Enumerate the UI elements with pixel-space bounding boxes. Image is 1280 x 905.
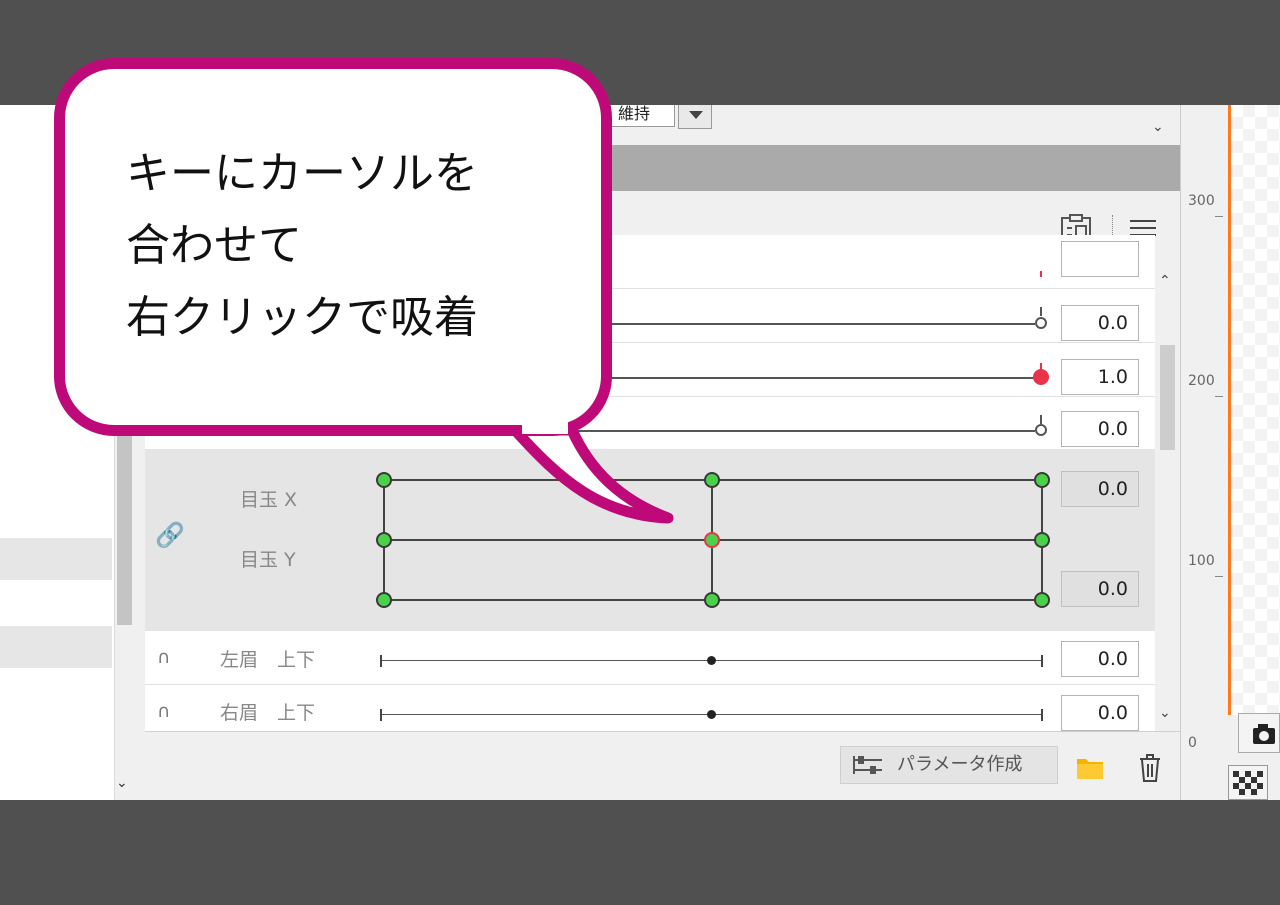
ruler-label: 100 — [1188, 553, 1215, 569]
slider-knob[interactable] — [707, 656, 716, 665]
top-scroll-down-icon[interactable]: ⌄ — [1152, 119, 1164, 135]
parameter-value-field[interactable]: 0.0 — [1061, 305, 1139, 341]
parameter-value-field[interactable] — [1061, 241, 1139, 277]
key-point[interactable] — [1034, 592, 1050, 608]
param-name-right-brow: 右眉 上下 — [220, 702, 316, 724]
scroll-up-icon[interactable]: ⌃ — [1159, 273, 1171, 289]
ruler-label: 200 — [1188, 373, 1215, 389]
key-point[interactable] — [1034, 472, 1050, 488]
canvas-view[interactable] — [1228, 105, 1280, 715]
param-name-eye-y: 目玉 Y — [240, 549, 296, 571]
key-point[interactable] — [376, 532, 392, 548]
slider-tick — [380, 655, 382, 667]
key-point[interactable] — [376, 592, 392, 608]
callout-line: 合わせて — [126, 220, 302, 271]
parameter-value-field[interactable]: 1.0 — [1061, 359, 1139, 395]
knob-stem — [1040, 307, 1042, 316]
scroll-down-icon[interactable]: ⌄ — [1159, 705, 1171, 721]
param-name-eye-x: 目玉 X — [240, 489, 298, 511]
parameter-list-scrollbar[interactable] — [1155, 271, 1180, 731]
eye-y-value-field[interactable]: 0.0 — [1061, 571, 1139, 607]
trash-icon[interactable] — [1138, 753, 1162, 783]
link-icon[interactable]: 🔗 — [155, 521, 185, 549]
folder-icon[interactable] — [1076, 756, 1104, 780]
callout-line: キーにカーソルを — [126, 148, 478, 199]
ruler-tick — [1215, 396, 1223, 397]
slider-knob[interactable] — [707, 710, 716, 719]
vertical-ruler — [1180, 105, 1229, 800]
left-scroll-down-icon[interactable]: ⌄ — [116, 775, 128, 791]
ruler-tick — [1215, 576, 1223, 577]
checkerboard-icon — [1233, 771, 1263, 795]
key-point-current[interactable] — [704, 532, 720, 548]
left-scrollbar-thumb[interactable] — [117, 435, 132, 625]
link-icon[interactable]: ∩ — [157, 701, 170, 722]
parameter-row: ∩ 左眉 上下 0.0 — [145, 631, 1155, 685]
ruler-label: 300 — [1188, 193, 1215, 209]
key-point[interactable] — [704, 592, 720, 608]
param-name-left-brow: 左眉 上下 — [220, 649, 316, 671]
camera-button[interactable] — [1238, 713, 1280, 753]
slider-tick — [1041, 655, 1043, 667]
callout-line: 右クリックで吸着 — [126, 292, 478, 343]
left-list-item[interactable] — [0, 538, 112, 580]
parameter-value-field[interactable]: 0.0 — [1061, 641, 1139, 677]
ruler-label: 0 — [1188, 735, 1197, 751]
eye-x-value-field[interactable]: 0.0 — [1061, 471, 1139, 507]
key-point[interactable] — [376, 472, 392, 488]
link-icon[interactable]: ∩ — [157, 647, 170, 668]
transparency-toggle-button[interactable] — [1228, 765, 1268, 800]
parameter-sliders-icon — [853, 756, 882, 774]
parameter-value-field[interactable]: 0.0 — [1061, 695, 1139, 731]
dropdown-arrow-button[interactable] — [678, 105, 712, 129]
slider-knob[interactable] — [1035, 424, 1047, 436]
slider-tick — [380, 709, 382, 721]
ruler-tick — [1215, 216, 1223, 217]
slider-knob[interactable] — [1035, 317, 1047, 329]
slider-knob-active[interactable] — [1033, 369, 1049, 385]
knob-stem — [1040, 271, 1042, 277]
eyeball-xy-parameter: 🔗 目玉 X 目玉 Y 0.0 0.0 — [145, 449, 1155, 631]
parameter-list-scrollbar-thumb[interactable] — [1160, 345, 1175, 450]
camera-icon — [1253, 724, 1275, 744]
left-list-item[interactable] — [0, 626, 112, 668]
key-point[interactable] — [704, 472, 720, 488]
parameter-value-field[interactable]: 0.0 — [1061, 411, 1139, 447]
callout-text: キーにカーソルを 合わせて 右クリックで吸着 — [126, 138, 478, 354]
slider-tick — [1041, 709, 1043, 721]
key-point[interactable] — [1034, 532, 1050, 548]
knob-stem — [1040, 415, 1042, 424]
